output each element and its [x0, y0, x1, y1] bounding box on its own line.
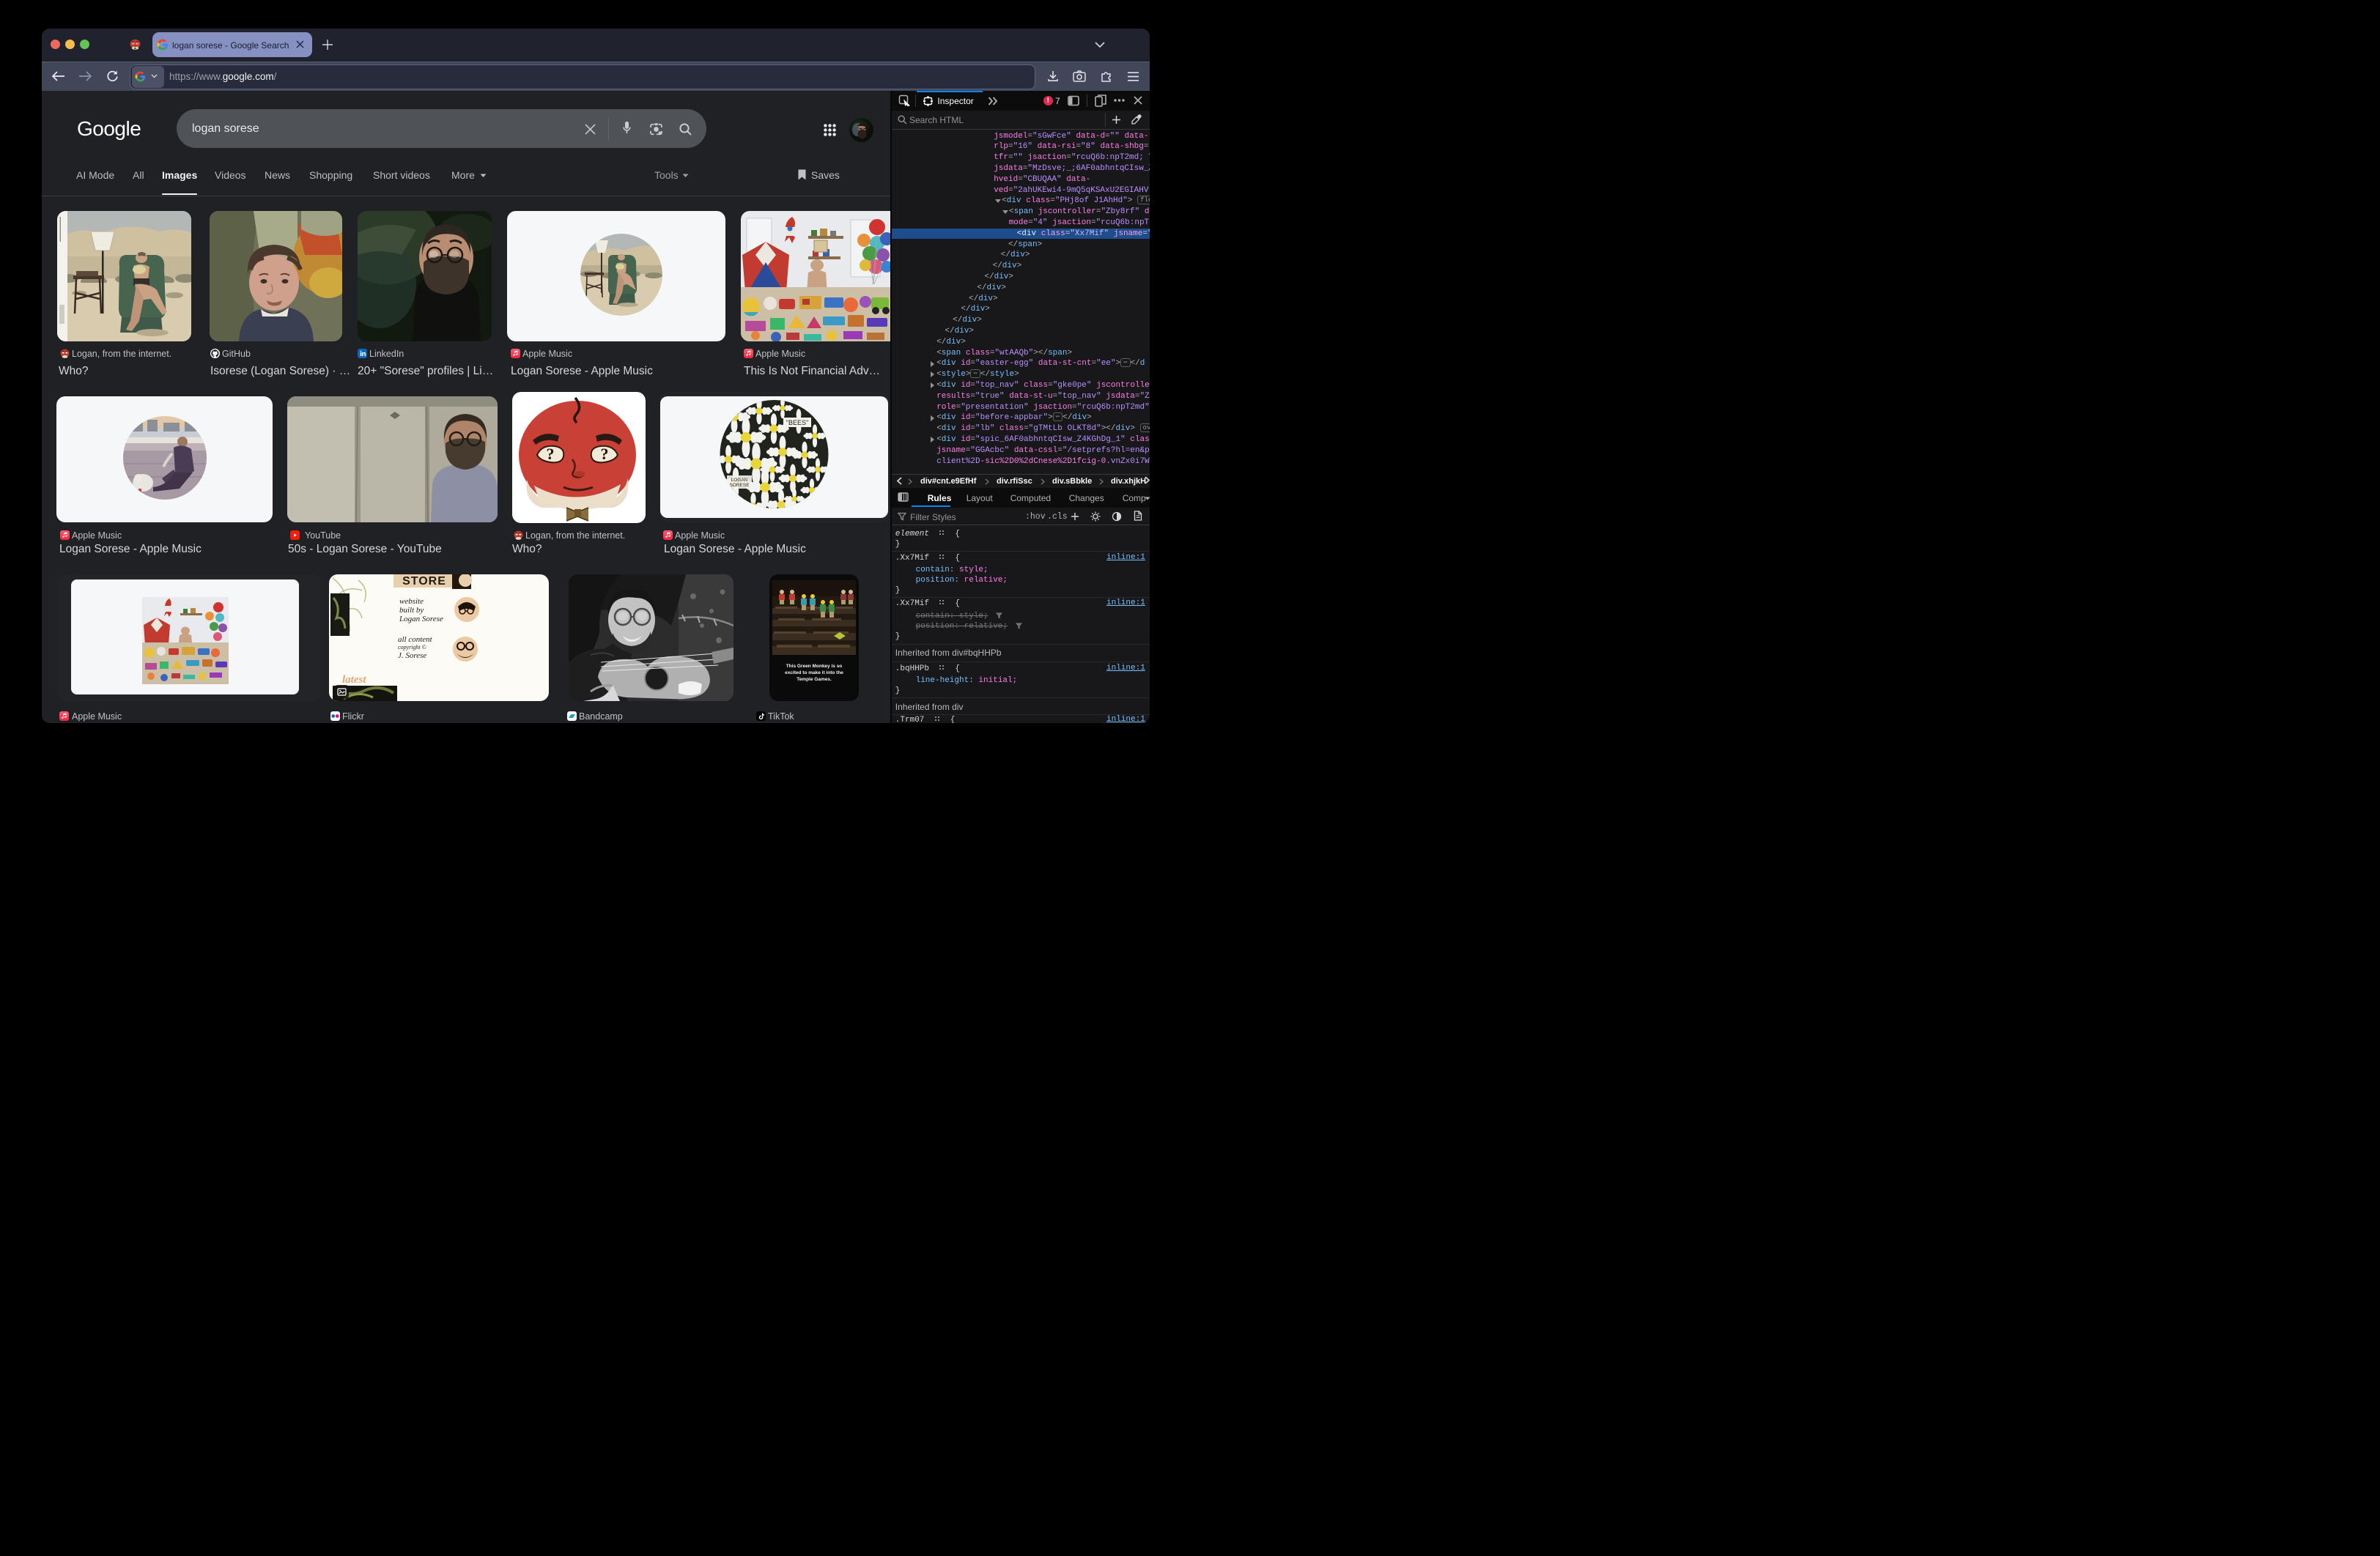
svg-text:STORE: STORE	[402, 575, 446, 588]
svg-text:copyright ©: copyright ©	[398, 644, 426, 651]
svg-text:This Green Monkey is so: This Green Monkey is so	[786, 664, 843, 669]
svg-text:latest: latest	[342, 674, 366, 686]
svg-text:"BEES": "BEES"	[786, 419, 808, 426]
svg-text:LOGAN: LOGAN	[731, 478, 748, 483]
svg-text:?: ?	[601, 445, 609, 463]
svg-text:?: ?	[547, 445, 555, 463]
svg-text:website: website	[399, 597, 424, 606]
svg-text:Temple Games.: Temple Games.	[797, 677, 832, 682]
svg-text:excited to make it into the: excited to make it into the	[785, 670, 843, 675]
svg-text:Logan Sorese: Logan Sorese	[399, 615, 443, 623]
svg-text:SORESE: SORESE	[729, 483, 750, 488]
svg-text:all content: all content	[398, 635, 433, 644]
svg-text:built by: built by	[399, 606, 424, 615]
svg-text:J. Sorese: J. Sorese	[398, 651, 426, 660]
